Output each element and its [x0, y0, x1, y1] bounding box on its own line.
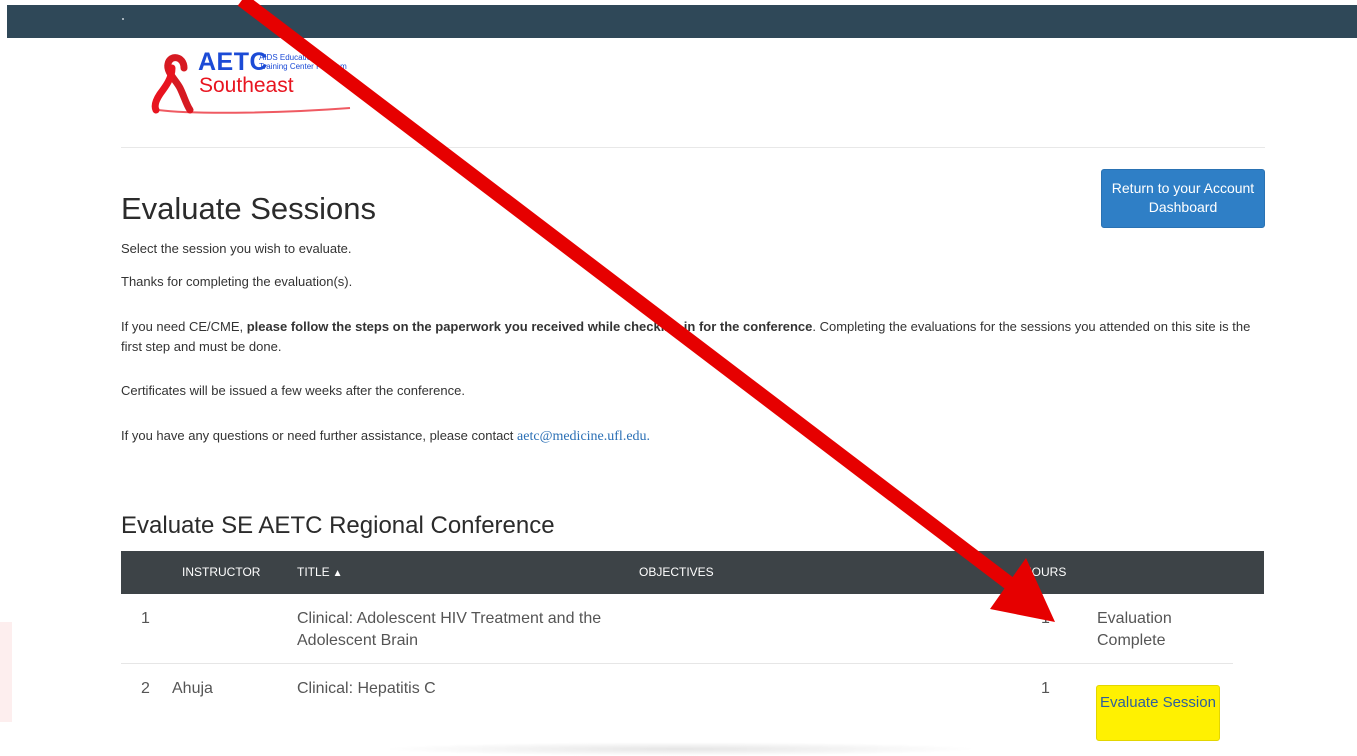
return-to-dashboard-button[interactable]: Return to your Account Dashboard	[1101, 169, 1265, 228]
left-edge-artifact	[0, 622, 12, 722]
logo-region-text: Southeast	[199, 74, 294, 97]
sort-ascending-icon: ▲	[332, 568, 343, 579]
conference-title: Evaluate SE AETC Regional Conference	[121, 512, 555, 539]
navbar-dot	[122, 18, 124, 20]
column-hours[interactable]: HOURS	[1023, 565, 1066, 579]
row-title: Clinical: Hepatitis C	[297, 680, 436, 697]
table-row: 1 Clinical: Adolescent HIV Treatment and…	[121, 594, 1233, 664]
bottom-shadow	[380, 742, 980, 756]
contact-prefix: If you have any questions or need furthe…	[121, 428, 518, 443]
logo-aetc-text: AETC	[198, 48, 269, 76]
sessions-table-header: INSTRUCTOR TITLE ▲ OBJECTIVES HOURS	[121, 551, 1264, 594]
select-instruction: Select the session you wish to evaluate.	[121, 241, 352, 256]
page-title: Evaluate Sessions	[121, 191, 377, 226]
ce-bold-text: please follow the steps on the paperwork…	[246, 319, 813, 334]
column-objectives[interactable]: OBJECTIVES	[639, 565, 714, 579]
header-divider	[121, 147, 1265, 148]
evaluate-session-button[interactable]: Evaluate Session	[1096, 685, 1220, 741]
row-number: 2	[141, 680, 150, 697]
certificates-note: Certificates will be issued a few weeks …	[121, 383, 465, 398]
ce-prefix: If you need CE/CME,	[121, 319, 247, 334]
row-title: Clinical: Adolescent HIV Treatment and t…	[297, 610, 602, 649]
thanks-message: Thanks for completing the evaluation(s).	[121, 274, 353, 289]
logo-tagline: AIDS Education Training Center Program	[259, 53, 347, 71]
column-title-label: TITLE	[297, 565, 330, 579]
row-hours: 1	[1041, 610, 1050, 627]
column-title[interactable]: TITLE ▲	[297, 565, 343, 579]
evaluation-status: Evaluation Complete	[1097, 610, 1172, 649]
aetc-southeast-logo[interactable]: AETC AIDS Education Training Center Prog…	[150, 48, 380, 118]
row-instructor: Ahuja	[172, 680, 213, 697]
top-navbar	[7, 5, 1357, 38]
sessions-table-body: 1 Clinical: Adolescent HIV Treatment and…	[121, 594, 1233, 752]
column-instructor[interactable]: INSTRUCTOR	[182, 565, 260, 579]
row-hours: 1	[1041, 680, 1050, 697]
contact-note: If you have any questions or need furthe…	[121, 426, 650, 447]
table-row: 2 Ahuja Clinical: Hepatitis C 1 Evaluate…	[121, 664, 1233, 752]
contact-email-link[interactable]: aetc@medicine.ufl.edu.	[517, 429, 650, 444]
row-number: 1	[141, 610, 150, 627]
ce-instructions: If you need CE/CME, please follow the st…	[121, 317, 1271, 357]
